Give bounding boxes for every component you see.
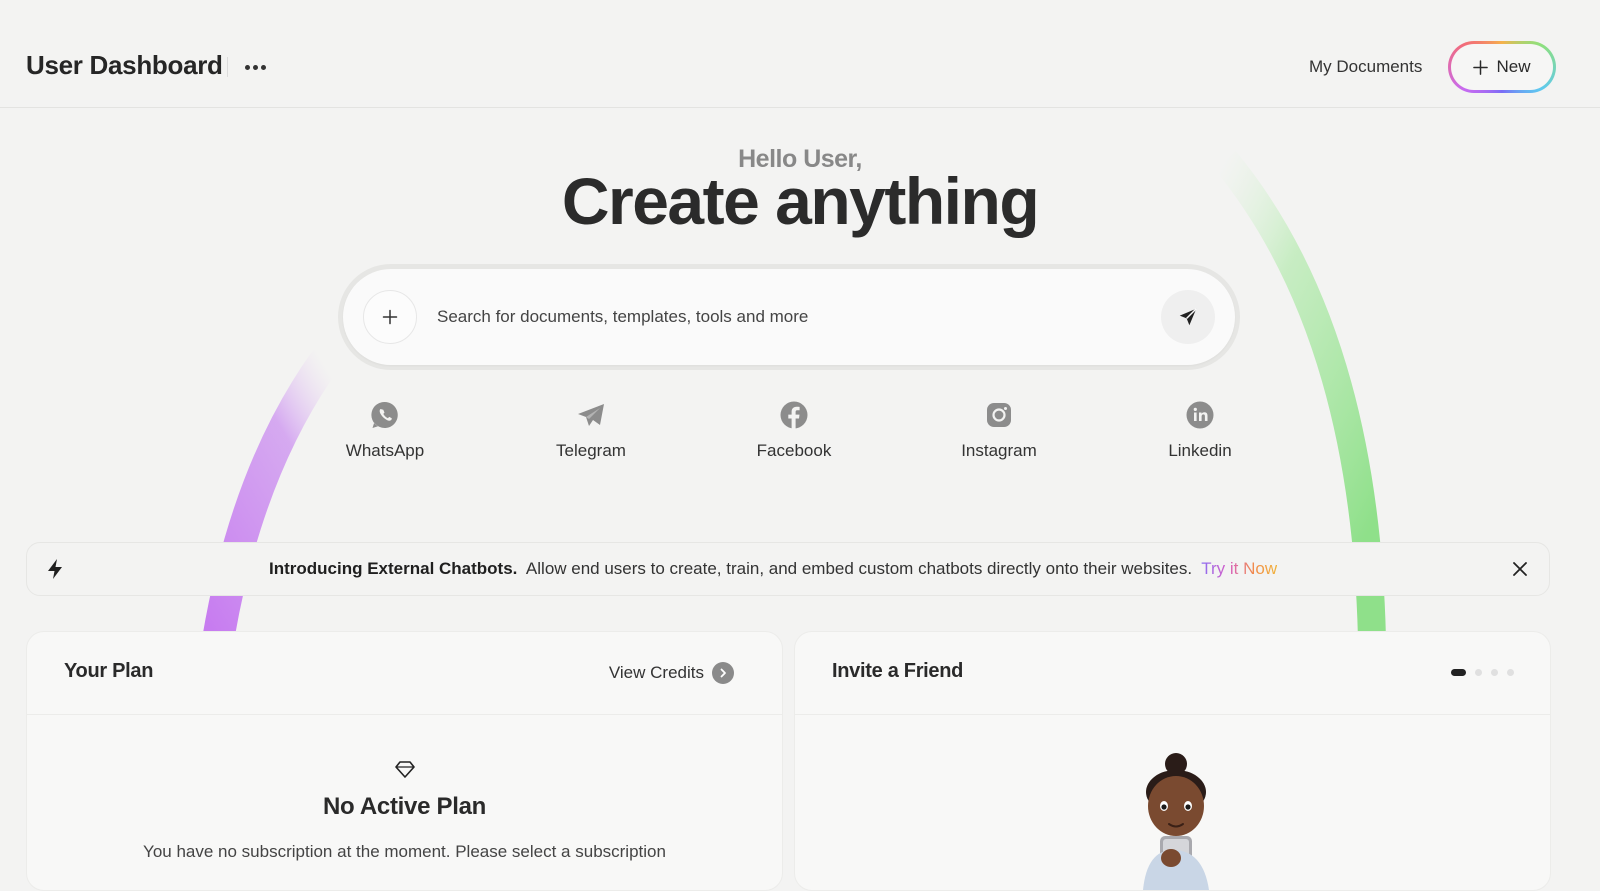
close-icon[interactable] [1509,558,1531,580]
telegram-icon [578,404,604,426]
more-options-button[interactable] [240,52,270,82]
channel-label: WhatsApp [345,441,425,460]
my-documents-link[interactable]: My Documents [1309,57,1422,77]
whatsapp-icon [371,401,398,428]
view-credits-label: View Credits [608,663,704,682]
view-credits-link[interactable]: View Credits [609,662,734,684]
channel-instagram[interactable]: Instagram [924,398,1074,461]
banner-message: Allow end users to create, train, and em… [525,559,1193,578]
diamond-icon [394,761,415,778]
more-horizontal-icon [244,64,250,70]
send-button[interactable] [1161,290,1215,344]
search-input[interactable] [437,299,1137,335]
new-button-label: New [1496,57,1531,76]
channel-linkedin[interactable]: Linkedin [1125,398,1275,461]
channel-telegram[interactable]: Telegram [516,398,666,461]
plan-card: Your Plan View Credits No Active Plan Yo… [26,631,783,891]
plan-status-title: No Active Plan [323,793,486,820]
plan-status-message: You have no subscription at the moment. … [143,842,666,861]
plus-icon [1473,59,1489,75]
try-it-now-link[interactable]: Try it Now [1201,559,1277,578]
banner-heading: Introducing External Chatbots. [269,559,518,578]
channel-facebook[interactable]: Facebook [719,398,869,461]
channel-label: Instagram [961,441,1037,460]
chevron-right-icon [712,662,734,684]
search-bar [338,264,1240,370]
announcement-banner: Introducing External Chatbots. Allow end… [26,542,1550,596]
carousel-dot[interactable] [1491,669,1498,676]
channel-label: Linkedin [1168,441,1232,460]
facebook-icon [780,401,808,429]
carousel-indicator [1451,669,1514,676]
title-divider [227,57,228,77]
top-bar: User Dashboard My Documents New [0,0,1600,108]
hero-headline: Create anything [561,164,1040,238]
channel-whatsapp[interactable]: WhatsApp [310,398,460,461]
instagram-icon [987,403,1011,427]
page-title: User Dashboard [26,50,223,80]
linkedin-icon [1186,401,1214,429]
new-button[interactable]: New [1448,41,1556,93]
lightning-icon [48,559,62,579]
invite-card: Invite a Friend [794,631,1551,891]
invite-card-title: Invite a Friend [832,660,964,682]
attach-button[interactable] [363,290,417,344]
carousel-dot[interactable] [1475,669,1482,676]
channel-label: Facebook [756,441,832,460]
channel-label: Telegram [556,441,626,460]
carousel-dot[interactable] [1507,669,1514,676]
avatar-illustration [1143,753,1209,890]
plan-card-title: Your Plan [64,660,154,682]
plus-icon [382,309,398,325]
send-icon [1179,308,1197,326]
carousel-dot-active[interactable] [1451,669,1466,676]
